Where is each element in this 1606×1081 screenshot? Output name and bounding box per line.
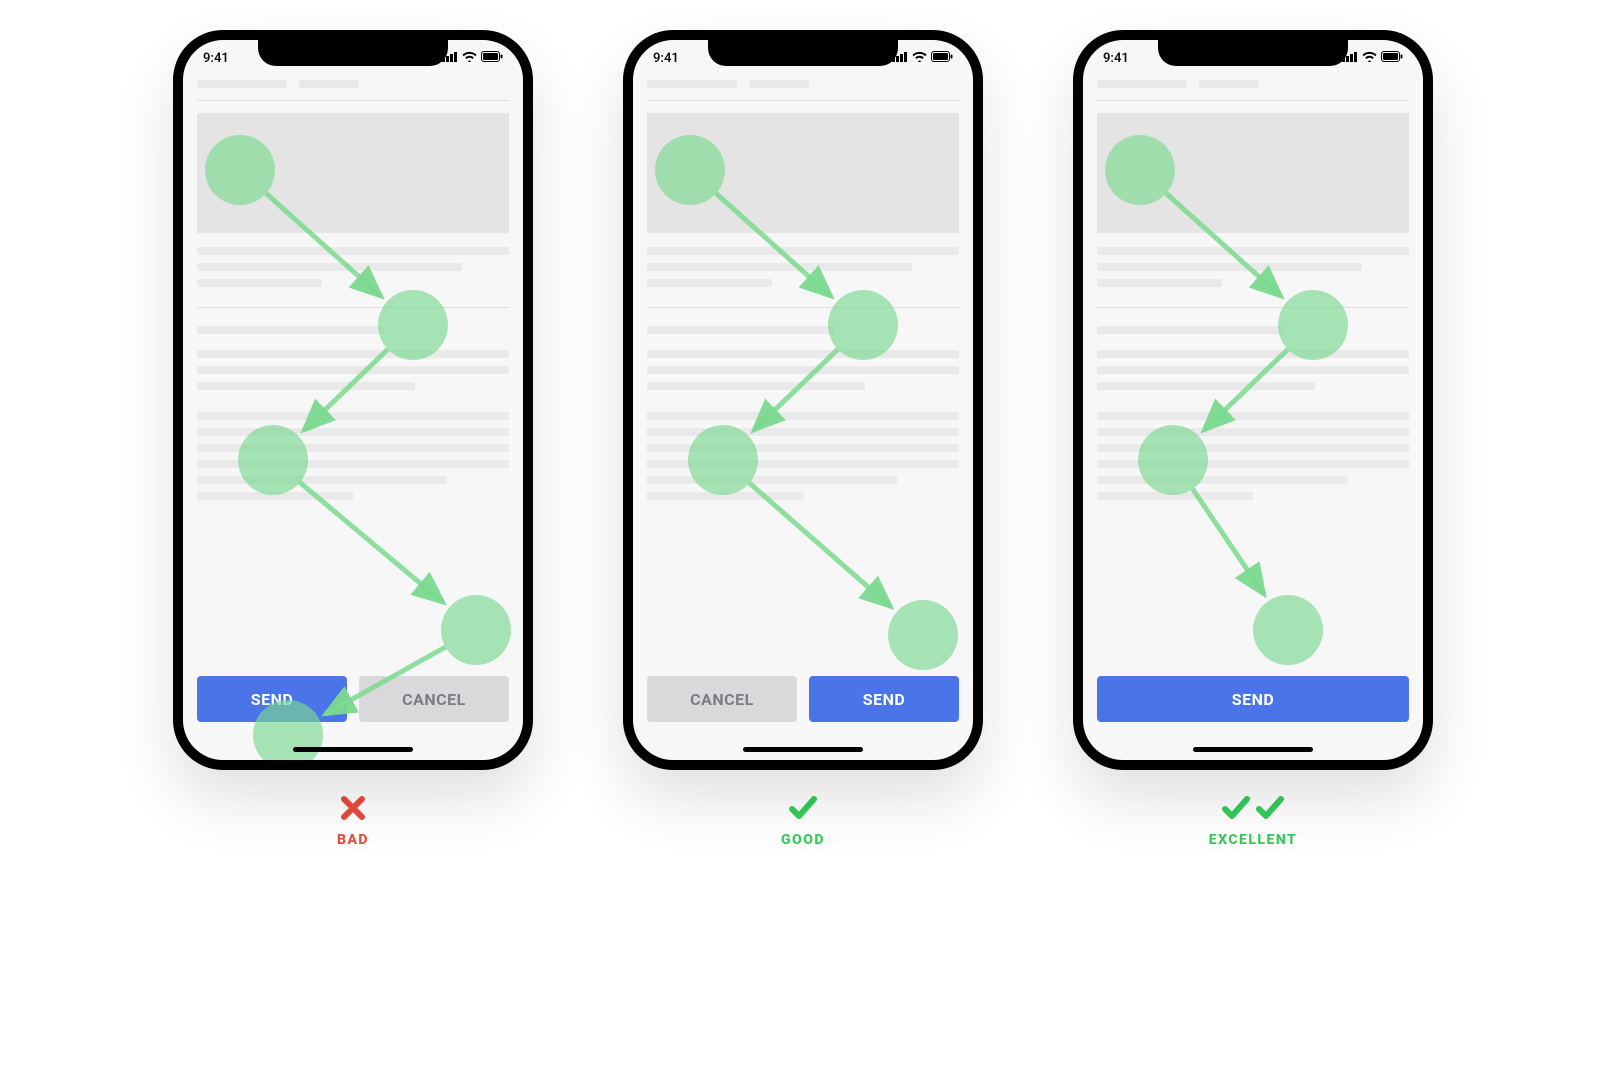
rating-good: GOOD: [781, 794, 825, 848]
button-row: SEND CANCEL: [197, 676, 509, 722]
battery-icon: [1381, 51, 1403, 66]
battery-icon: [931, 51, 953, 66]
status-time: 9:41: [653, 51, 679, 66]
check-icon: [788, 794, 818, 826]
notch: [258, 38, 448, 66]
variant-bad: 9:41 SEND CANCEL BAD: [173, 30, 533, 848]
wifi-icon: [912, 51, 927, 66]
phone-mockup: 9:41 SEND: [1073, 30, 1433, 770]
phone-mockup: 9:41 CANCEL SEND: [623, 30, 983, 770]
wifi-icon: [462, 51, 477, 66]
home-indicator: [1193, 747, 1313, 752]
cancel-button[interactable]: CANCEL: [359, 676, 509, 722]
notch: [708, 38, 898, 66]
cancel-button[interactable]: CANCEL: [647, 676, 797, 722]
rating-excellent: EXCELLENT: [1209, 794, 1298, 848]
rating-bad: BAD: [337, 794, 369, 848]
send-button[interactable]: SEND: [1097, 676, 1409, 722]
variant-excellent: 9:41 SEND EXCELLENT: [1073, 30, 1433, 848]
phone-mockup: 9:41 SEND CANCEL: [173, 30, 533, 770]
home-indicator: [743, 747, 863, 752]
rating-label: EXCELLENT: [1209, 832, 1298, 848]
button-row: SEND: [1097, 676, 1409, 722]
variant-good: 9:41 CANCEL SEND GOOD: [623, 30, 983, 848]
status-time: 9:41: [1103, 51, 1129, 66]
cross-icon: [339, 794, 367, 826]
send-button[interactable]: SEND: [809, 676, 959, 722]
notch: [1158, 38, 1348, 66]
check-icon: [1221, 794, 1251, 826]
rating-label: GOOD: [781, 832, 825, 848]
wifi-icon: [1362, 51, 1377, 66]
home-indicator: [293, 747, 413, 752]
send-button[interactable]: SEND: [197, 676, 347, 722]
button-row: CANCEL SEND: [647, 676, 959, 722]
check-icon: [1255, 794, 1285, 826]
rating-label: BAD: [337, 832, 369, 848]
screen-wireframe: CANCEL SEND: [647, 80, 959, 734]
screen-wireframe: SEND CANCEL: [197, 80, 509, 734]
screen-wireframe: SEND: [1097, 80, 1409, 734]
battery-icon: [481, 51, 503, 66]
status-time: 9:41: [203, 51, 229, 66]
